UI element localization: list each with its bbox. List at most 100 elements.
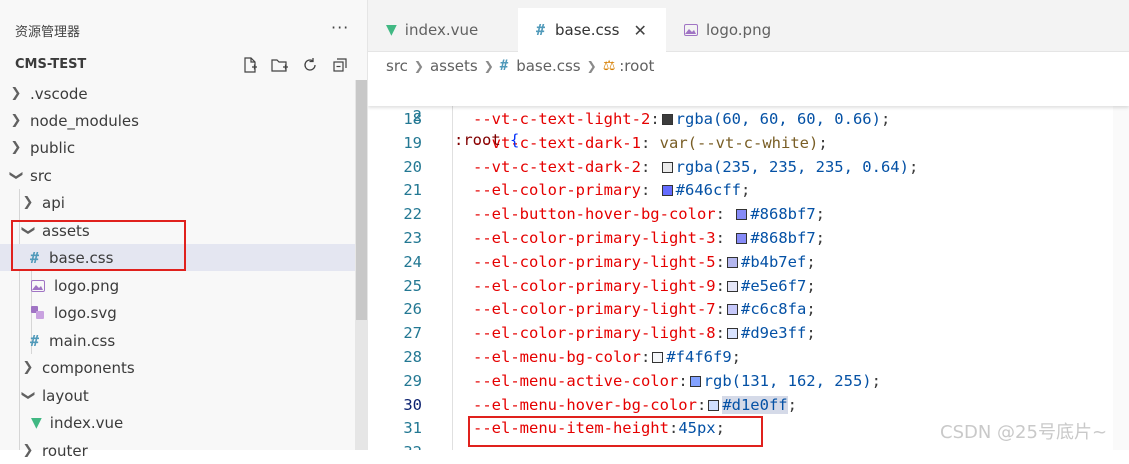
new-folder-icon[interactable] (270, 55, 290, 75)
tree-item-label: main.css (49, 331, 116, 350)
tree-item-label: components (42, 358, 135, 377)
css-value: #d1e0ff (722, 395, 788, 414)
tree-item-label: router (42, 441, 88, 460)
tree-item-public[interactable]: ❯ public (0, 134, 355, 161)
line-number: 31 (403, 419, 422, 438)
sticky-scroll-header[interactable]: 2 :root { (368, 80, 1129, 149)
line-number: 25 (403, 276, 422, 295)
code-text: --el-color-primary-light-9: #e5e6f7; (473, 276, 816, 295)
tree-item-label: logo.svg (54, 303, 117, 322)
color-swatch[interactable] (726, 280, 738, 292)
breadcrumb-file[interactable]: base.css (516, 57, 580, 75)
vue-file-icon: ▼ (31, 414, 42, 431)
chevron-right-icon: ❯ (22, 443, 34, 458)
css-value: #868bf7 (750, 229, 816, 247)
css-value: #d9e3ff (740, 324, 807, 343)
tree-item-src[interactable]: ❯ src (0, 162, 355, 189)
more-actions-icon[interactable]: ··· (331, 18, 349, 37)
code-text: --el-color-primary: #646cff; (473, 181, 751, 200)
color-swatch[interactable] (736, 233, 748, 244)
code-line: 22 --el-button-hover-bg-color: #868bf7; (368, 202, 1129, 226)
explorer-header: 资源管理器 ··· (0, 0, 368, 52)
close-icon[interactable]: ✕ (633, 21, 646, 40)
sidebar-scrollbar-thumb[interactable] (356, 80, 367, 320)
tree-item-label: src (30, 166, 52, 185)
css-property: --el-color-primary-light-7 (473, 300, 716, 319)
code-text: --el-button-hover-bg-color: #868bf7; (473, 205, 825, 224)
color-swatch[interactable] (726, 304, 738, 316)
code-text: --vt-c-text-dark-1: var(--vt-c-white); (473, 133, 828, 152)
image-file-icon (31, 279, 45, 292)
css-value: var(--vt-c-white) (659, 133, 819, 152)
tree-item-layout[interactable]: ❯ layout (0, 382, 355, 409)
color-swatch[interactable] (726, 256, 738, 268)
css-property: --vt-c-text-light-2 (473, 110, 651, 128)
css-value: rgba(235, 235, 235, 0.64) (675, 157, 909, 176)
code-line: 2 :root { (368, 80, 1129, 149)
css-value: #646cff (675, 181, 741, 200)
collapse-all-icon[interactable] (330, 55, 350, 75)
tree-item-label: api (42, 193, 65, 212)
code-line: 24 --el-color-primary-light-5: #b4b7ef; (368, 250, 1129, 274)
tree-item-vscode[interactable]: ❯ .vscode (0, 80, 355, 107)
code-line: 26 --el-color-primary-light-7: #c6c8fa; (368, 297, 1129, 321)
tree-item-label: .vscode (30, 84, 88, 103)
tree-item-logo-svg[interactable]: logo.svg (0, 299, 355, 326)
tree-item-label: index.vue (49, 413, 124, 432)
code-line: 28 --el-menu-bg-color: #f4f6f9; (368, 345, 1129, 369)
tree-item-label: public (30, 138, 76, 157)
line-number: 26 (403, 300, 422, 319)
css-value: #e5e6f7 (740, 276, 807, 295)
css-value: rgb(131, 162, 255) (703, 371, 872, 390)
tab-index-vue[interactable]: ▼ index.vue (386, 8, 536, 52)
line-number: 32 (368, 440, 422, 450)
css-file-icon: # (499, 58, 509, 74)
tree-item-node-modules[interactable]: ❯ node_modules (0, 107, 355, 134)
code-text: --el-color-primary-light-7: #c6c8fa; (473, 300, 816, 319)
chevron-right-icon: ❯ (10, 113, 22, 128)
tab-base-css[interactable]: # base.css ✕ (518, 8, 666, 52)
project-header[interactable]: CMS-TEST (0, 52, 368, 78)
breadcrumb-assets[interactable]: assets (430, 57, 478, 75)
color-swatch[interactable] (708, 399, 720, 411)
css-property: --el-color-primary-light-3 (473, 229, 716, 247)
breadcrumb-symbol[interactable]: :root (619, 57, 654, 75)
project-name: CMS-TEST (15, 57, 87, 72)
color-swatch[interactable] (726, 328, 738, 340)
new-file-icon[interactable] (240, 55, 260, 75)
chevron-right-icon: ❯ (10, 86, 22, 101)
tree-item-index-vue[interactable]: ▼ index.vue (0, 409, 355, 436)
color-swatch[interactable] (736, 209, 748, 221)
css-value: #868bf7 (750, 205, 816, 224)
tree-item-api[interactable]: ❯ api (0, 189, 355, 216)
tree-item-router[interactable]: ❯ router (0, 437, 355, 464)
color-swatch[interactable] (689, 375, 701, 387)
selector-text: :root (454, 131, 501, 149)
annotation-box-assets (11, 220, 186, 271)
css-value: rgba(60, 60, 60, 0.66) (675, 110, 881, 128)
color-swatch[interactable] (652, 352, 664, 363)
css-file-icon: # (536, 21, 546, 39)
tree-item-components[interactable]: ❯ components (0, 354, 355, 381)
refresh-icon[interactable] (300, 55, 320, 75)
css-value: #b4b7ef (740, 252, 807, 271)
code-editor[interactable]: 2 :root { 18 --vt-c-text-light-2: rgba(60,… (368, 80, 1129, 450)
annotation-box-item-height (468, 416, 763, 447)
color-swatch[interactable] (661, 185, 673, 197)
chevron-right-icon: ❯ (413, 59, 424, 73)
tree-item-label: logo.png (54, 276, 120, 295)
line-number: 23 (403, 229, 422, 247)
editor-scrollbar[interactable] (1113, 80, 1129, 450)
css-property: --el-color-primary-light-9 (473, 276, 716, 295)
chevron-right-icon: ❯ (22, 195, 34, 210)
tree-item-main-css[interactable]: # main.css (0, 327, 355, 354)
tree-item-logo-png[interactable]: logo.png (0, 272, 355, 299)
code-text: --el-color-primary-light-3: #868bf7; (473, 229, 825, 247)
code-text: --el-color-primary-light-5: #b4b7ef; (473, 252, 816, 271)
color-swatch[interactable] (661, 114, 673, 125)
color-swatch[interactable] (661, 161, 673, 173)
chevron-down-icon: ❯ (8, 170, 24, 181)
line-number: 24 (403, 252, 422, 271)
tab-logo-png[interactable]: logo.png (684, 8, 834, 52)
breadcrumb-src[interactable]: src (386, 57, 408, 75)
